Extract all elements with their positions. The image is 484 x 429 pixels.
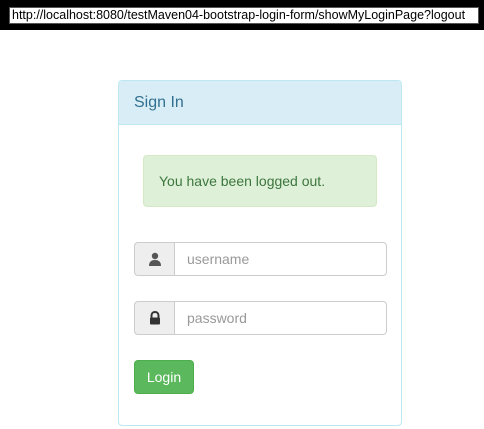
logout-alert: You have been logged out. [143,155,377,207]
username-input[interactable] [174,242,387,276]
user-icon [134,242,174,276]
lock-icon [134,301,174,335]
sign-in-panel: Sign In You have been logged out. Login [118,80,402,426]
panel-title: Sign In [119,81,401,125]
browser-address-bar: http://localhost:8080/testMaven04-bootst… [0,0,484,30]
username-group [134,242,387,276]
password-group [134,301,387,335]
url-field[interactable]: http://localhost:8080/testMaven04-bootst… [9,7,479,24]
password-input[interactable] [174,301,387,335]
login-button[interactable]: Login [134,360,194,394]
